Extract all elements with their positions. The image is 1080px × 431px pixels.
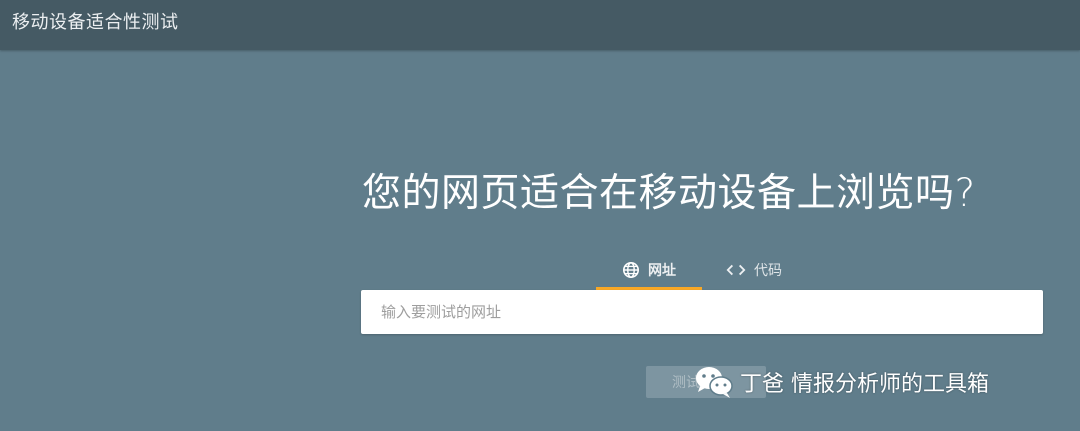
top-app-bar: 移动设备适合性测试 xyxy=(0,0,1080,50)
code-brackets-icon xyxy=(726,263,746,277)
watermark: 丁爸 情报分析师的工具箱 xyxy=(694,362,989,402)
wechat-icon xyxy=(696,367,733,398)
page-headline: 您的网页适合在移动设备上浏览吗? xyxy=(362,171,976,216)
app-title: 移动设备适合性测试 xyxy=(12,12,179,33)
tab-url[interactable]: 网址 xyxy=(596,250,702,290)
watermark-text: 丁爸 情报分析师的工具箱 xyxy=(740,372,989,397)
tab-code-label: 代码 xyxy=(754,263,782,279)
tab-code[interactable]: 代码 xyxy=(708,250,800,290)
url-input[interactable] xyxy=(361,290,1043,334)
globe-icon xyxy=(622,261,640,279)
tab-url-label: 网址 xyxy=(648,263,676,279)
